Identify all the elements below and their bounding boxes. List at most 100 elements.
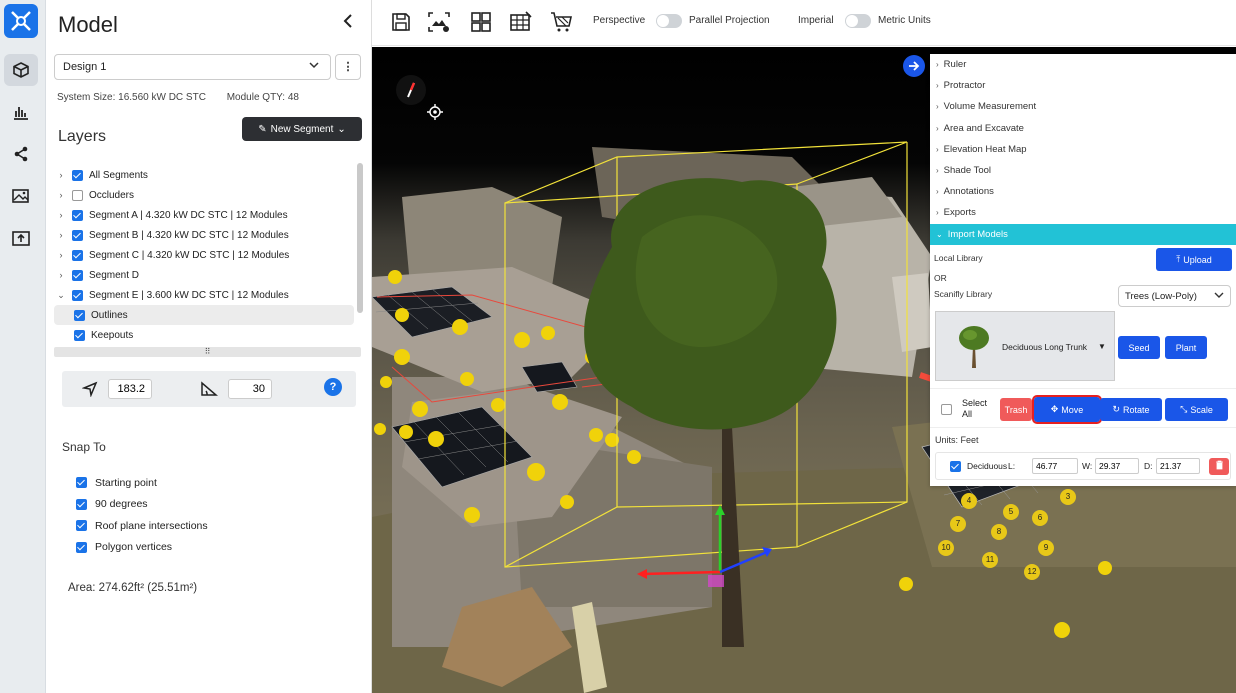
cart-icon[interactable] [548, 9, 574, 35]
help-button[interactable]: ? [324, 378, 342, 396]
caret-right-icon[interactable]: › [54, 190, 68, 200]
sidebar-title: Model [58, 12, 118, 37]
app-rail [0, 0, 46, 693]
grid-view-icon[interactable] [468, 9, 494, 35]
layer-row-segment-d[interactable]: › Segment D [54, 265, 354, 285]
snap-checkbox[interactable] [76, 477, 87, 489]
caret-right-icon[interactable]: › [54, 210, 68, 220]
design-menu-button[interactable]: ⋮ [335, 54, 361, 80]
panel-number: 10 [938, 540, 954, 556]
save-icon[interactable] [388, 9, 414, 35]
rotate-icon: ↻ [1112, 404, 1120, 414]
layer-checkbox[interactable] [72, 269, 83, 281]
tool-shade[interactable]: › Shade Tool [930, 160, 1236, 181]
layer-row-segment-b[interactable]: › Segment B | 4.320 kW DC STC | 12 Modul… [54, 225, 354, 245]
delete-model-button[interactable] [1209, 458, 1229, 475]
layer-checkbox[interactable] [72, 289, 83, 301]
compass-icon[interactable] [396, 75, 426, 105]
snap-checkbox[interactable] [76, 541, 87, 553]
snap-checkbox[interactable] [76, 520, 87, 532]
model-cube-icon[interactable] [4, 54, 38, 86]
or-label: OR [934, 273, 947, 283]
chevron-down-icon [1214, 290, 1224, 303]
tool-protractor[interactable]: › Protractor [930, 75, 1236, 96]
collapse-chevron-icon[interactable] [342, 12, 354, 35]
layer-checkbox[interactable] [74, 309, 85, 321]
trash-button[interactable]: Trash [1000, 398, 1032, 421]
tool-annotations[interactable]: › Annotations [930, 181, 1236, 202]
plant-button[interactable]: Plant [1165, 336, 1207, 359]
image-gallery-icon[interactable] [4, 180, 38, 212]
layer-row-segment-a[interactable]: › Segment A | 4.320 kW DC STC | 12 Modul… [54, 205, 354, 225]
layer-label: Segment D [89, 269, 140, 281]
model-row-checkbox[interactable] [950, 461, 961, 472]
layer-row-outlines[interactable]: Outlines [54, 305, 354, 325]
caret-down-icon[interactable]: ⌄ [54, 290, 68, 301]
model-sidebar: Model Design 1 ⋮ System Size: 16.560 kW … [46, 0, 372, 693]
layer-checkbox[interactable] [72, 249, 83, 261]
layer-checkbox[interactable] [72, 209, 83, 221]
snap-option[interactable]: Polygon vertices [76, 537, 208, 559]
scale-button[interactable]: ⤡ Scale [1165, 398, 1228, 421]
tool-ruler[interactable]: › Ruler [930, 54, 1236, 75]
expand-panel-arrow-icon[interactable] [903, 55, 925, 77]
caret-right-icon: › [936, 208, 939, 218]
panel-number: 5 [1003, 504, 1019, 520]
caret-right-icon[interactable]: › [54, 170, 68, 180]
snap-option[interactable]: 90 degrees [76, 494, 208, 516]
share-icon[interactable] [4, 138, 38, 170]
length-input[interactable] [1032, 458, 1078, 474]
caret-right-icon[interactable]: › [54, 270, 68, 280]
select-all-checkbox[interactable] [941, 404, 952, 415]
snap-to-title: Snap To [62, 440, 106, 454]
pitch-input[interactable] [228, 379, 272, 399]
layer-row-keepouts[interactable]: Keepouts [54, 325, 354, 343]
system-size: System Size: 16.560 kW DC STC [57, 92, 206, 103]
layer-checkbox[interactable] [72, 169, 83, 181]
tool-exports[interactable]: › Exports [930, 202, 1236, 223]
layer-checkbox[interactable] [72, 189, 83, 201]
caret-right-icon[interactable]: › [54, 230, 68, 240]
azimuth-input[interactable] [108, 379, 152, 399]
layer-row-occluders[interactable]: › Occluders [54, 185, 354, 205]
width-input[interactable] [1095, 458, 1139, 474]
design-select[interactable]: Design 1 [54, 54, 331, 80]
snap-option[interactable]: Starting point [76, 472, 208, 494]
layer-row-segment-e[interactable]: ⌄ Segment E | 3.600 kW DC STC | 12 Modul… [54, 285, 354, 305]
chart-bars-icon[interactable] [4, 96, 38, 128]
panel-layout-icon[interactable] [508, 9, 534, 35]
seed-button[interactable]: Seed [1118, 336, 1160, 359]
layer-checkbox[interactable] [74, 329, 85, 341]
model-actions-row: Select All Trash ✥ Move ↻ Rotate ⤡ Scale [930, 388, 1236, 428]
move-button[interactable]: ✥ Move [1032, 395, 1102, 424]
upload-tray-icon[interactable] [4, 222, 38, 254]
app-logo[interactable] [4, 4, 38, 38]
perspective-label: Perspective [593, 15, 646, 26]
panel-number: 6 [1032, 510, 1048, 526]
rotate-button[interactable]: ↻ Rotate [1100, 398, 1162, 421]
projection-toggle[interactable] [656, 14, 682, 28]
tool-volume-measurement[interactable]: › Volume Measurement [930, 96, 1236, 117]
tool-elevation-heat-map[interactable]: › Elevation Heat Map [930, 139, 1236, 160]
layer-row-segment-c[interactable]: › Segment C | 4.320 kW DC STC | 12 Modul… [54, 245, 354, 265]
snap-checkbox[interactable] [76, 498, 87, 510]
pencil-icon: ✎ [258, 123, 267, 135]
depth-input[interactable] [1156, 458, 1200, 474]
resize-handle[interactable]: ⠿ [54, 347, 361, 357]
layer-checkbox[interactable] [72, 229, 83, 241]
tool-import-models[interactable]: ⌄ Import Models [930, 223, 1236, 245]
layer-row-all-segments[interactable]: › All Segments [54, 165, 354, 185]
library-select[interactable]: Trees (Low-Poly) [1118, 285, 1231, 307]
layers-scrollbar[interactable] [357, 163, 363, 313]
image-capture-icon[interactable] [426, 9, 452, 35]
new-segment-button[interactable]: ✎ New Segment ⌄ [242, 117, 362, 141]
panel-number: 11 [982, 552, 998, 568]
model-select-card[interactable]: Deciduous Long Trunk ▼ [935, 311, 1115, 381]
locate-target-icon[interactable] [427, 104, 443, 123]
tool-area-excavate[interactable]: › Area and Excavate [930, 118, 1236, 139]
units-toggle[interactable] [845, 14, 871, 28]
snap-option[interactable]: Roof plane intersections [76, 515, 208, 537]
select-all-label: Select All [962, 398, 988, 419]
caret-right-icon[interactable]: › [54, 250, 68, 260]
upload-button[interactable]: ⤒ Upload [1156, 248, 1232, 271]
